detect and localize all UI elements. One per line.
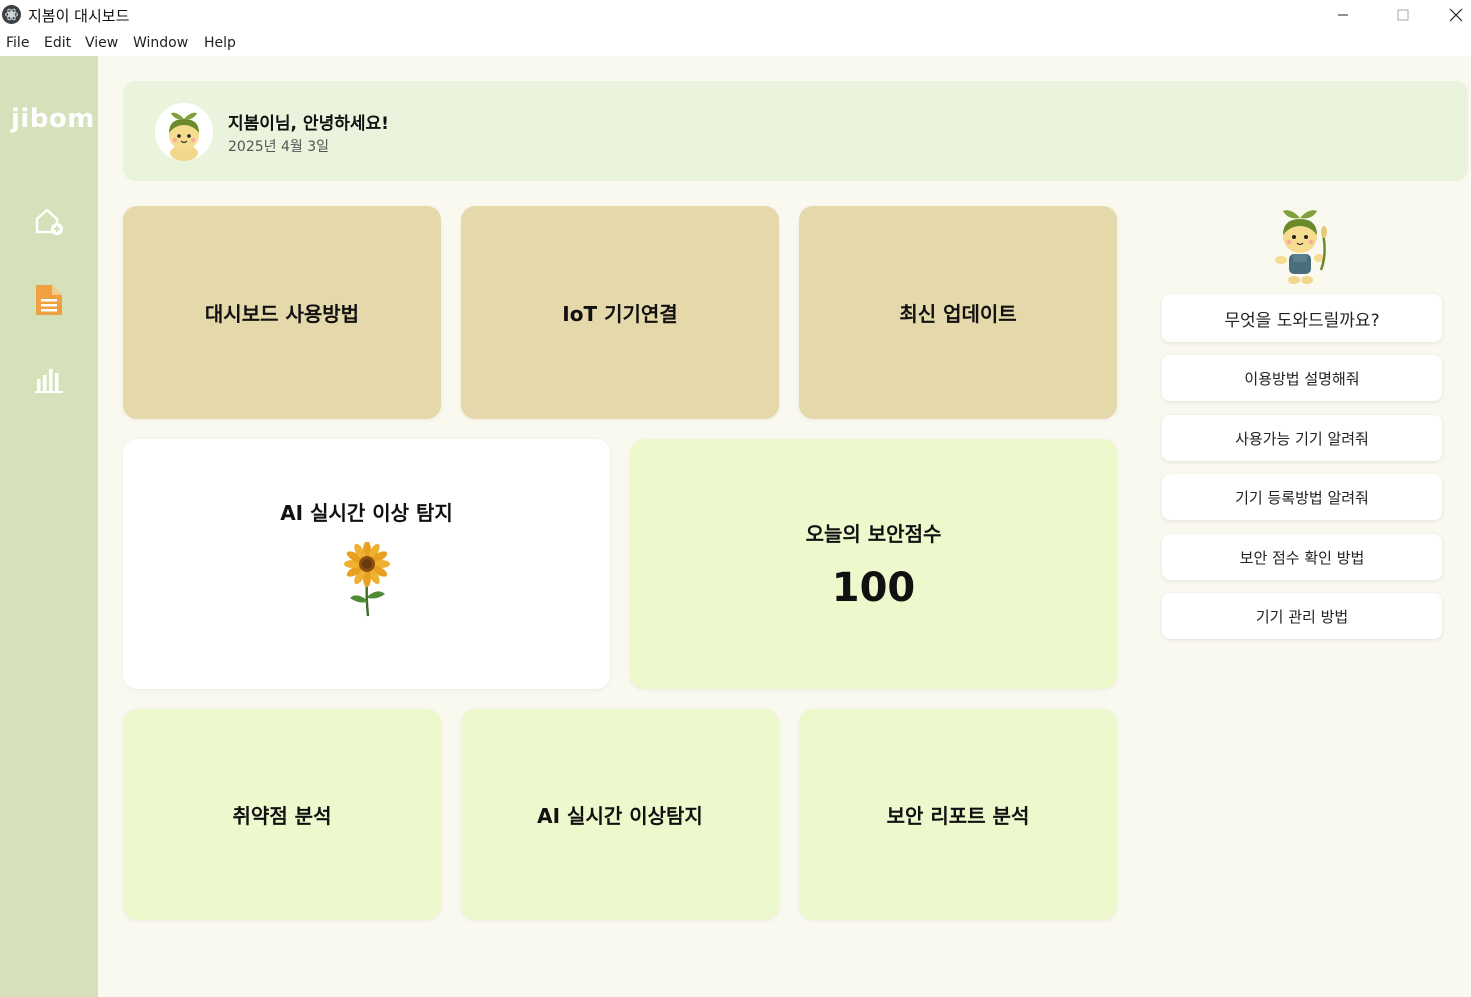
suggestion-available-devices[interactable]: 사용가능 기기 알려줘 <box>1162 415 1442 461</box>
chatbot-mascot <box>1265 204 1335 286</box>
greeting-title: 지봄이님, 안녕하세요! <box>228 114 389 134</box>
menu-file[interactable]: File <box>6 35 29 51</box>
sprout-mascot-icon <box>155 103 213 161</box>
greeting-date: 2025년 4월 3일 <box>228 139 329 155</box>
card-label: 최신 업데이트 <box>899 302 1017 326</box>
card-label: AI 실시간 이상 탐지 <box>280 501 453 525</box>
menu-edit[interactable]: Edit <box>44 35 71 51</box>
card-latest-update[interactable]: 최신 업데이트 <box>799 206 1117 419</box>
minimize-button[interactable] <box>1320 0 1366 30</box>
card-label: 취약점 분석 <box>232 804 332 828</box>
menu-view[interactable]: View <box>85 35 118 51</box>
card-label: IoT 기기연결 <box>562 302 678 326</box>
close-icon <box>1449 8 1462 22</box>
avatar <box>155 103 213 161</box>
sidebar-item-statistics[interactable] <box>32 362 66 396</box>
card-security-report[interactable]: 보안 리포트 분석 <box>799 709 1117 920</box>
suggestion-device-registration[interactable]: 기기 등록방법 알려줘 <box>1162 474 1442 520</box>
sidebar: jibom <box>0 56 98 997</box>
suggestion-security-score[interactable]: 보안 점수 확인 방법 <box>1162 534 1442 580</box>
security-score-label: 오늘의 보안점수 <box>805 521 942 546</box>
main-content: 지봄이님, 안녕하세요! 2025년 4월 3일 대시보드 사용방법 IoT 기… <box>98 56 1471 997</box>
card-security-score[interactable]: 오늘의 보안점수 100 <box>630 439 1117 689</box>
greeting-banner: 지봄이님, 안녕하세요! 2025년 4월 3일 <box>123 81 1468 181</box>
brand-logo: jibom <box>11 104 95 134</box>
menu-help[interactable]: Help <box>204 35 236 51</box>
minimize-icon <box>1338 14 1348 16</box>
card-label: AI 실시간 이상탐지 <box>537 804 703 828</box>
sprout-mascot-icon <box>1275 210 1327 284</box>
maximize-button[interactable] <box>1380 0 1426 30</box>
menu-bar: File Edit View Window Help <box>0 30 1471 56</box>
maximize-icon <box>1397 9 1409 21</box>
sidebar-item-documents[interactable] <box>32 283 66 317</box>
chat-question-button[interactable]: 무엇을 도와드릴까요? <box>1162 294 1442 342</box>
menu-window[interactable]: Window <box>133 35 188 51</box>
card-label: 대시보드 사용방법 <box>204 302 360 326</box>
suggestion-device-management[interactable]: 기기 관리 방법 <box>1162 593 1442 639</box>
security-score-value: 100 <box>831 564 916 611</box>
sidebar-item-home[interactable] <box>32 204 66 238</box>
suggestion-usage-guide[interactable]: 이용방법 설명해줘 <box>1162 355 1442 401</box>
title-bar: 지봄이 대시보드 <box>0 0 1471 30</box>
document-icon <box>36 285 62 315</box>
card-iot-connect[interactable]: IoT 기기연결 <box>461 206 779 419</box>
home-add-icon <box>35 208 63 235</box>
card-label: 보안 리포트 분석 <box>886 804 1030 828</box>
card-dashboard-guide[interactable]: 대시보드 사용방법 <box>123 206 441 419</box>
app-logo-icon <box>2 5 21 24</box>
sunflower-icon <box>343 542 390 617</box>
card-vulnerability-analysis[interactable]: 취약점 분석 <box>123 709 441 920</box>
close-button[interactable] <box>1440 0 1471 30</box>
card-ai-anomaly-detection[interactable]: AI 실시간 이상 탐지 <box>123 439 610 689</box>
card-ai-realtime-detection[interactable]: AI 실시간 이상탐지 <box>461 709 779 920</box>
bar-chart-icon <box>35 369 63 393</box>
window-title: 지봄이 대시보드 <box>28 7 130 25</box>
